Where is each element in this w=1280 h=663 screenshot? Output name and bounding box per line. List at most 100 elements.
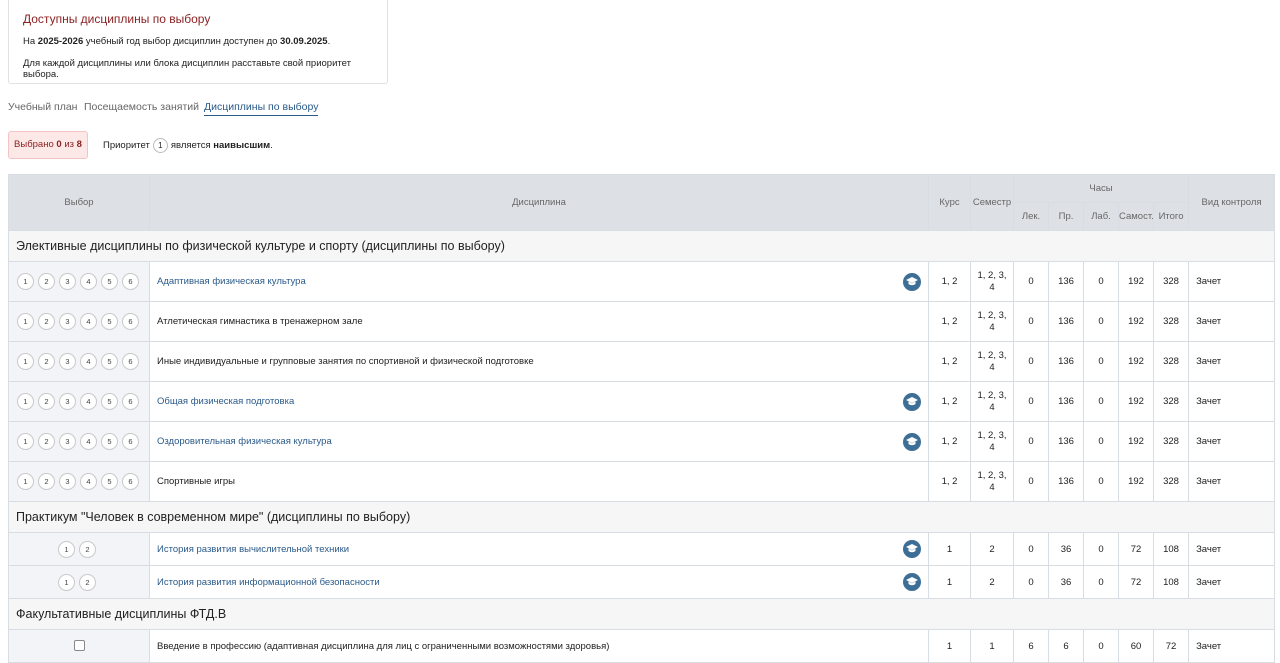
priority-button[interactable]: 6 <box>122 313 139 330</box>
graduation-cap-icon[interactable] <box>903 540 921 558</box>
priority-button[interactable]: 2 <box>38 393 55 410</box>
section-title: Элективные дисциплины по физической куль… <box>7 230 1276 262</box>
course-cell: 1 <box>928 565 971 599</box>
priority-button[interactable]: 5 <box>101 313 118 330</box>
priority-button[interactable]: 2 <box>38 433 55 450</box>
priority-button[interactable]: 4 <box>80 313 97 330</box>
section-header: Факультативные дисциплины ФТД.В <box>7 598 1276 630</box>
priority-button[interactable]: 1 <box>17 313 34 330</box>
discipline-name[interactable]: История развития вычислительной техники <box>157 544 349 555</box>
priority-button[interactable]: 1 <box>17 433 34 450</box>
priority-button[interactable]: 5 <box>101 273 118 290</box>
discipline-name[interactable]: Оздоровительная физическая культура <box>157 436 332 447</box>
priority-button[interactable]: 6 <box>122 353 139 370</box>
course-cell: 1, 2 <box>928 421 971 462</box>
priority-button[interactable]: 2 <box>38 273 55 290</box>
labs-cell: 0 <box>1083 381 1119 422</box>
lectures-cell: 0 <box>1013 565 1049 599</box>
info-deadline-text: На 2025-2026 учебный год выбор дисциплин… <box>23 36 331 47</box>
semester-cell: 2 <box>970 532 1014 566</box>
practice-cell: 136 <box>1048 261 1084 302</box>
discipline-row: 1 2 История развития вычислительной техник… <box>8 532 1276 566</box>
control-cell: Зачет <box>1188 565 1276 599</box>
priority-button[interactable]: 5 <box>101 353 118 370</box>
priority-button[interactable]: 5 <box>101 393 118 410</box>
control-cell: Зачет <box>1188 341 1276 382</box>
priority-button[interactable]: 4 <box>80 353 97 370</box>
priority-selector: 123456 <box>8 421 150 462</box>
section-header: Элективные дисциплины по физической куль… <box>7 230 1276 262</box>
labs-cell: 0 <box>1083 261 1119 302</box>
total-cell: 328 <box>1152 301 1190 342</box>
discipline-name[interactable]: Общая физическая подготовка <box>157 396 294 407</box>
priority-button[interactable]: 1 <box>17 273 34 290</box>
priority-button[interactable]: 4 <box>80 393 97 410</box>
labs-cell: 0 <box>1083 421 1119 462</box>
priority-selector: 123456 <box>8 461 150 502</box>
discipline-cell: Иные индивидуальные и групповые занятия … <box>149 341 929 382</box>
discipline-cell: История развития вычислительной техники <box>149 532 929 566</box>
practice-cell: 36 <box>1048 565 1084 599</box>
header-total: Итого <box>1152 202 1190 231</box>
semester-cell: 1, 2, 3, 4 <box>970 421 1014 462</box>
tab-attendance[interactable]: Посещаемость занятий <box>84 101 199 113</box>
tab-study-plan[interactable]: Учебный план <box>8 101 77 113</box>
labs-cell: 0 <box>1083 565 1119 599</box>
priority-button[interactable]: 3 <box>59 393 76 410</box>
priority-button[interactable]: 1 <box>58 540 75 558</box>
priority-button[interactable]: 4 <box>80 273 97 290</box>
priority-button[interactable]: 6 <box>122 393 139 410</box>
header-discipline: Дисциплина <box>149 174 929 231</box>
priority-button[interactable]: 5 <box>101 473 118 490</box>
discipline-cell: Адаптивная физическая культура <box>149 261 929 302</box>
discipline-name[interactable]: Адаптивная физическая культура <box>157 276 306 287</box>
priority-selector: 123456 <box>8 341 150 382</box>
practice-cell: 136 <box>1048 421 1084 462</box>
priority-button[interactable]: 4 <box>80 473 97 490</box>
lectures-cell: 0 <box>1013 381 1049 422</box>
priority-button[interactable]: 1 <box>17 353 34 370</box>
priority-note: Приоритет 1 является наивысшим. <box>103 138 273 153</box>
priority-button[interactable]: 6 <box>122 473 139 490</box>
discipline-cell: История развития информационной безопасн… <box>149 565 929 599</box>
lectures-cell: 0 <box>1013 421 1049 462</box>
priority-button[interactable]: 5 <box>101 433 118 450</box>
priority-button[interactable]: 2 <box>79 540 96 558</box>
priority-button[interactable]: 2 <box>38 473 55 490</box>
priority-button[interactable]: 3 <box>59 433 76 450</box>
labs-cell: 0 <box>1083 461 1119 502</box>
graduation-cap-icon[interactable] <box>903 432 921 451</box>
course-cell: 1, 2 <box>928 461 971 502</box>
graduation-cap-icon[interactable] <box>903 272 921 291</box>
semester-cell: 1, 2, 3, 4 <box>970 301 1014 342</box>
discipline-name[interactable]: История развития информационной безопасн… <box>157 577 380 588</box>
total-cell: 328 <box>1152 341 1190 382</box>
priority-button[interactable]: 6 <box>122 433 139 450</box>
header-practice: Пр. <box>1048 202 1084 231</box>
semester-cell: 1, 2, 3, 4 <box>970 381 1014 422</box>
priority-button[interactable]: 3 <box>59 473 76 490</box>
graduation-cap-icon[interactable] <box>903 392 921 411</box>
discipline-cell: Спортивные игры <box>149 461 929 502</box>
priority-button[interactable]: 1 <box>58 573 75 591</box>
discipline-row: 1 2 3 4 5 6 Оздоровительная физическая культур… <box>8 421 1276 462</box>
header-course: Курс <box>928 174 971 231</box>
priority-button[interactable]: 1 <box>17 393 34 410</box>
practice-cell: 136 <box>1048 381 1084 422</box>
graduation-cap-icon[interactable] <box>903 573 921 591</box>
priority-button[interactable]: 3 <box>59 273 76 290</box>
priority-button[interactable]: 3 <box>59 353 76 370</box>
priority-button[interactable]: 6 <box>122 273 139 290</box>
priority-button[interactable]: 1 <box>17 473 34 490</box>
control-cell: Зачет <box>1188 301 1276 342</box>
priority-button[interactable]: 3 <box>59 313 76 330</box>
section-title: Практикум "Человек в современном мире" (… <box>7 501 1276 533</box>
priority-button[interactable]: 2 <box>38 353 55 370</box>
priority-button[interactable]: 2 <box>79 573 96 591</box>
tab-elective-disciplines[interactable]: Дисциплины по выбору <box>204 101 319 116</box>
self-study-cell: 192 <box>1118 461 1154 502</box>
priority-button[interactable]: 2 <box>38 313 55 330</box>
priority-button[interactable]: 4 <box>80 433 97 450</box>
discipline-row: 1 2 3 4 5 6 Атлетическая гимнастика в тренажер… <box>8 301 1276 342</box>
select-checkbox[interactable] <box>73 640 85 652</box>
